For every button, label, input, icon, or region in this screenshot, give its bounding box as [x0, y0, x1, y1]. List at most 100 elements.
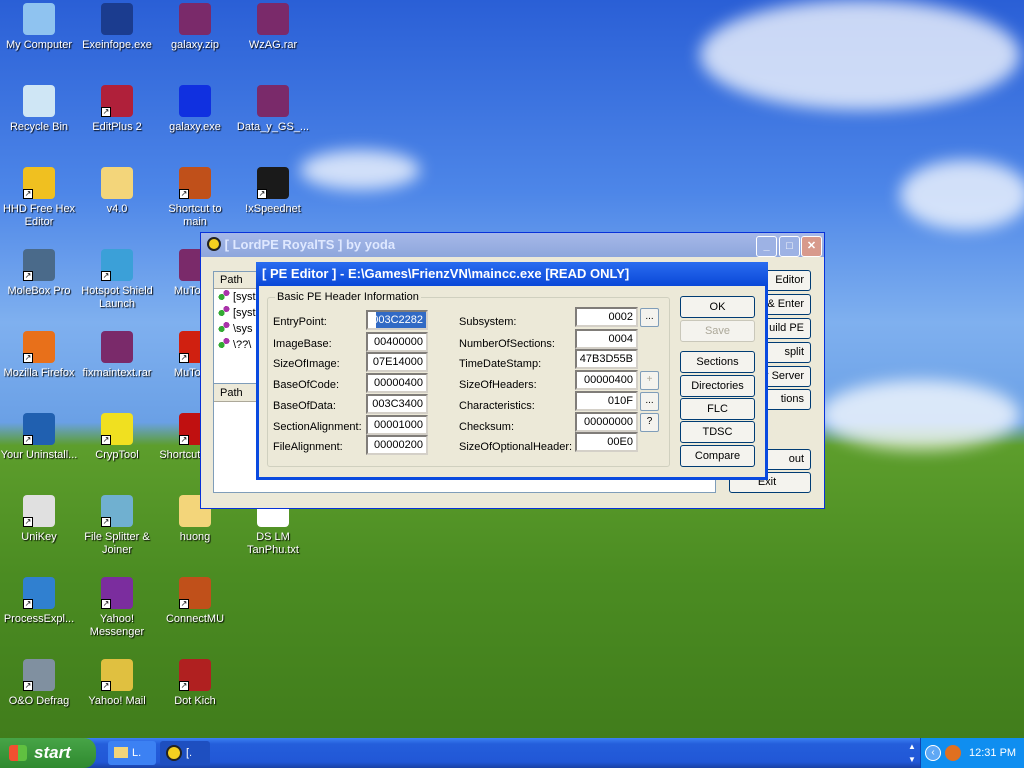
field-label: FileAlignment: [273, 441, 343, 453]
desktop-icon-label: ConnectMU [165, 613, 225, 625]
group-label: Basic PE Header Information [275, 291, 421, 303]
radiation-icon [207, 237, 221, 251]
desktop-icon[interactable]: ↗ EditPlus 2 [78, 85, 156, 134]
taskbar-scroll[interactable]: ▲ ▼ [906, 740, 918, 766]
desktop-icon[interactable]: ↗ MoleBox Pro [0, 249, 78, 298]
field-input[interactable]: 00001000 [366, 415, 428, 435]
desktop-icon[interactable]: ↗ Mozilla Firefox [0, 331, 78, 380]
pe-editor-titlebar[interactable]: [ PE Editor ] - E:\Games\FrienzVN\maincc… [256, 262, 768, 286]
tdsc-button[interactable]: TDSC [680, 421, 755, 443]
desktop-icon[interactable]: ↗ !xSpeednet [234, 167, 312, 216]
desktop-icon-label: Shortcut to main [168, 203, 222, 228]
desktop-icon-label: File Splitter & Joiner [84, 531, 150, 556]
desktop-icon-label: UniKey [21, 531, 57, 543]
field-label: ImageBase: [273, 338, 332, 350]
desktop-icon[interactable]: Exeinfope.exe [78, 3, 156, 52]
desktop-icon[interactable]: ↗ Shortcut to main [156, 167, 234, 229]
shortcut-arrow-icon: ↗ [101, 107, 111, 117]
field-label: SizeOfOptionalHeader: [459, 441, 573, 453]
field-button[interactable]: ... [640, 392, 659, 411]
lordpe-titlebar[interactable]: [ LordPE RoyalTS ] by yoda [201, 233, 824, 257]
field-button[interactable]: ? [640, 413, 659, 432]
desktop-icon[interactable]: fixmaintext.rar [78, 331, 156, 380]
crossfire-icon: ↗ [179, 659, 211, 691]
field-input[interactable]: 47B3D55B [575, 349, 638, 369]
process-icon [218, 306, 230, 316]
desktop-icon[interactable]: ↗ ProcessExpl... [0, 577, 78, 626]
field-input[interactable]: 00000400 [366, 373, 428, 393]
clock[interactable]: 12:31 PM [969, 738, 1016, 768]
field-input[interactable]: 00000400 [575, 370, 638, 390]
directories-button[interactable]: Directories [680, 375, 755, 397]
field-input[interactable]: 00400000 [366, 332, 428, 352]
minimize-button[interactable]: _ [756, 236, 777, 257]
shortcut-arrow-icon: ↗ [179, 435, 189, 445]
cryptool-icon: ↗ [101, 413, 133, 445]
desktop-icon[interactable]: ↗ ConnectMU [156, 577, 234, 626]
field-input[interactable]: 010F [575, 391, 638, 411]
desktop-icon[interactable]: My Computer [0, 3, 78, 52]
field-input[interactable]: 003C3400 [366, 394, 428, 414]
desktop-icon-label: Mozilla Firefox [3, 367, 75, 379]
desktop-icon[interactable]: v4.0 [78, 167, 156, 216]
yahoo-mail-icon: ↗ [101, 659, 133, 691]
field-label: NumberOfSections: [459, 338, 555, 350]
desktop-icon[interactable]: galaxy.zip [156, 3, 234, 52]
desktop-icon[interactable]: ↗ Hotspot Shield Launch [78, 249, 156, 311]
field-button[interactable]: ... [640, 308, 659, 327]
desktop-icon[interactable]: galaxy.exe [156, 85, 234, 134]
desktop-icon[interactable]: ↗ File Splitter & Joiner [78, 495, 156, 557]
yahoo-messenger-icon: ↗ [101, 577, 133, 609]
process-icon [218, 290, 230, 300]
desktop-icon[interactable]: ↗ O&O Defrag [0, 659, 78, 708]
desktop-icon[interactable]: ↗ Dot Kich [156, 659, 234, 708]
start-button[interactable]: start [0, 738, 96, 768]
desktop-icon-label: Data_y_GS_... [236, 121, 310, 133]
desktop-icon[interactable]: ↗ Your Uninstall... [0, 413, 78, 462]
desktop-icon-label: MoleBox Pro [7, 285, 71, 297]
tray-app-icon[interactable] [945, 745, 961, 761]
desktop-icon[interactable]: Data_y_GS_... [234, 85, 312, 134]
field-input[interactable]: 0004 [575, 329, 638, 349]
desktop-icon[interactable]: ↗ UniKey [0, 495, 78, 544]
taskbar-task-lordpe[interactable]: [. [160, 741, 210, 765]
desktop-icon-label: My Computer [5, 39, 73, 51]
folder-icon [114, 747, 128, 758]
desktop-icon[interactable]: WzAG.rar [234, 3, 312, 52]
desktop-icon-label: !xSpeednet [245, 203, 301, 215]
taskbar-task-folder[interactable]: L. [108, 741, 156, 765]
field-input[interactable]: 00000200 [366, 435, 428, 455]
field-button[interactable]: + [640, 371, 659, 390]
desktop-icon[interactable]: ↗ Yahoo! Mail [78, 659, 156, 708]
desktop-icon[interactable]: ↗ Yahoo! Messenger [78, 577, 156, 639]
field-input[interactable]: 07E14000 [366, 352, 428, 372]
recycle-bin-icon [23, 85, 55, 117]
field-input[interactable]: 00E0 [575, 432, 638, 452]
desktop-icon-label: O&O Defrag [8, 695, 70, 707]
desktop-icon[interactable]: ↗ CrypTool [78, 413, 156, 462]
field-label: Subsystem: [459, 316, 517, 328]
shortcut-arrow-icon: ↗ [179, 681, 189, 691]
show-hidden-icons-button[interactable]: ‹ [925, 745, 941, 761]
shortcut-arrow-icon: ↗ [101, 435, 111, 445]
ok-button[interactable]: OK [680, 296, 755, 318]
close-button[interactable]: ✕ [801, 236, 822, 257]
shortcut-arrow-icon: ↗ [23, 599, 33, 609]
galaxy-exe-icon [179, 85, 211, 117]
desktop-icon[interactable]: ↗ HHD Free Hex Editor [0, 167, 78, 229]
flc-button[interactable]: FLC [680, 398, 755, 420]
field-input[interactable]: 00000000 [575, 412, 638, 432]
field-input[interactable]: 003C2282 [366, 310, 428, 330]
desktop-icon[interactable]: Recycle Bin [0, 85, 78, 134]
shortcut-arrow-icon: ↗ [23, 435, 33, 445]
uninstaller-icon: ↗ [23, 413, 55, 445]
sections-button[interactable]: Sections [680, 351, 755, 373]
field-input[interactable]: 0002 [575, 307, 638, 327]
maximize-button[interactable]: □ [779, 236, 800, 257]
desktop-icon-label: ProcessExpl... [3, 613, 75, 625]
shortcut-arrow-icon: ↗ [179, 599, 189, 609]
computer-icon [23, 3, 55, 35]
hex-editor-icon: ↗ [23, 167, 55, 199]
compare-button[interactable]: Compare [680, 445, 755, 467]
shortcut-arrow-icon: ↗ [257, 189, 267, 199]
